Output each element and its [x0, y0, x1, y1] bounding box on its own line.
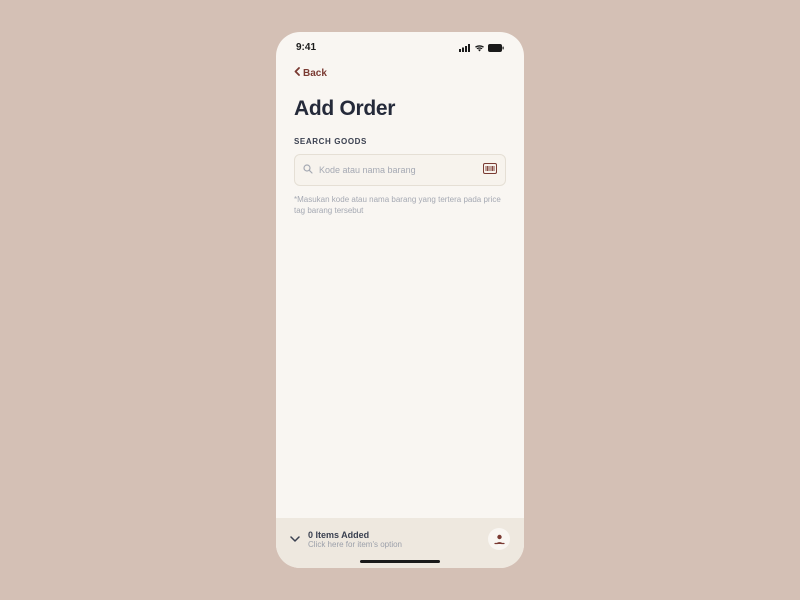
status-bar: 9:41 — [276, 32, 524, 59]
search-helper-text: *Masukan kode atau nama barang yang tert… — [294, 194, 506, 216]
items-added-count: 0 Items Added — [308, 530, 480, 540]
status-right — [459, 44, 504, 52]
barcode-icon[interactable] — [483, 161, 497, 179]
items-option-hint: Click here for item's option — [308, 540, 480, 549]
phone-frame: 9:41 Back Add Order SEARCH GOODS — [276, 32, 524, 568]
search-icon — [303, 161, 313, 179]
search-field[interactable] — [294, 154, 506, 186]
battery-icon — [488, 44, 504, 52]
chevron-down-icon — [290, 536, 300, 542]
search-section-label: SEARCH GOODS — [294, 137, 506, 146]
back-button[interactable]: Back — [294, 67, 327, 79]
bottom-text: 0 Items Added Click here for item's opti… — [308, 530, 480, 549]
assistant-badge[interactable] — [488, 528, 510, 550]
back-label: Back — [303, 68, 327, 79]
home-indicator[interactable] — [360, 560, 440, 563]
search-input[interactable] — [319, 165, 477, 175]
nav-bar: Back — [276, 59, 524, 89]
chevron-left-icon — [294, 67, 300, 79]
wifi-icon — [474, 44, 485, 52]
page-title: Add Order — [294, 97, 506, 121]
signal-icon — [459, 44, 471, 52]
content: Add Order SEARCH GOODS *Masukan kode ata… — [276, 89, 524, 518]
status-time: 9:41 — [296, 42, 316, 53]
